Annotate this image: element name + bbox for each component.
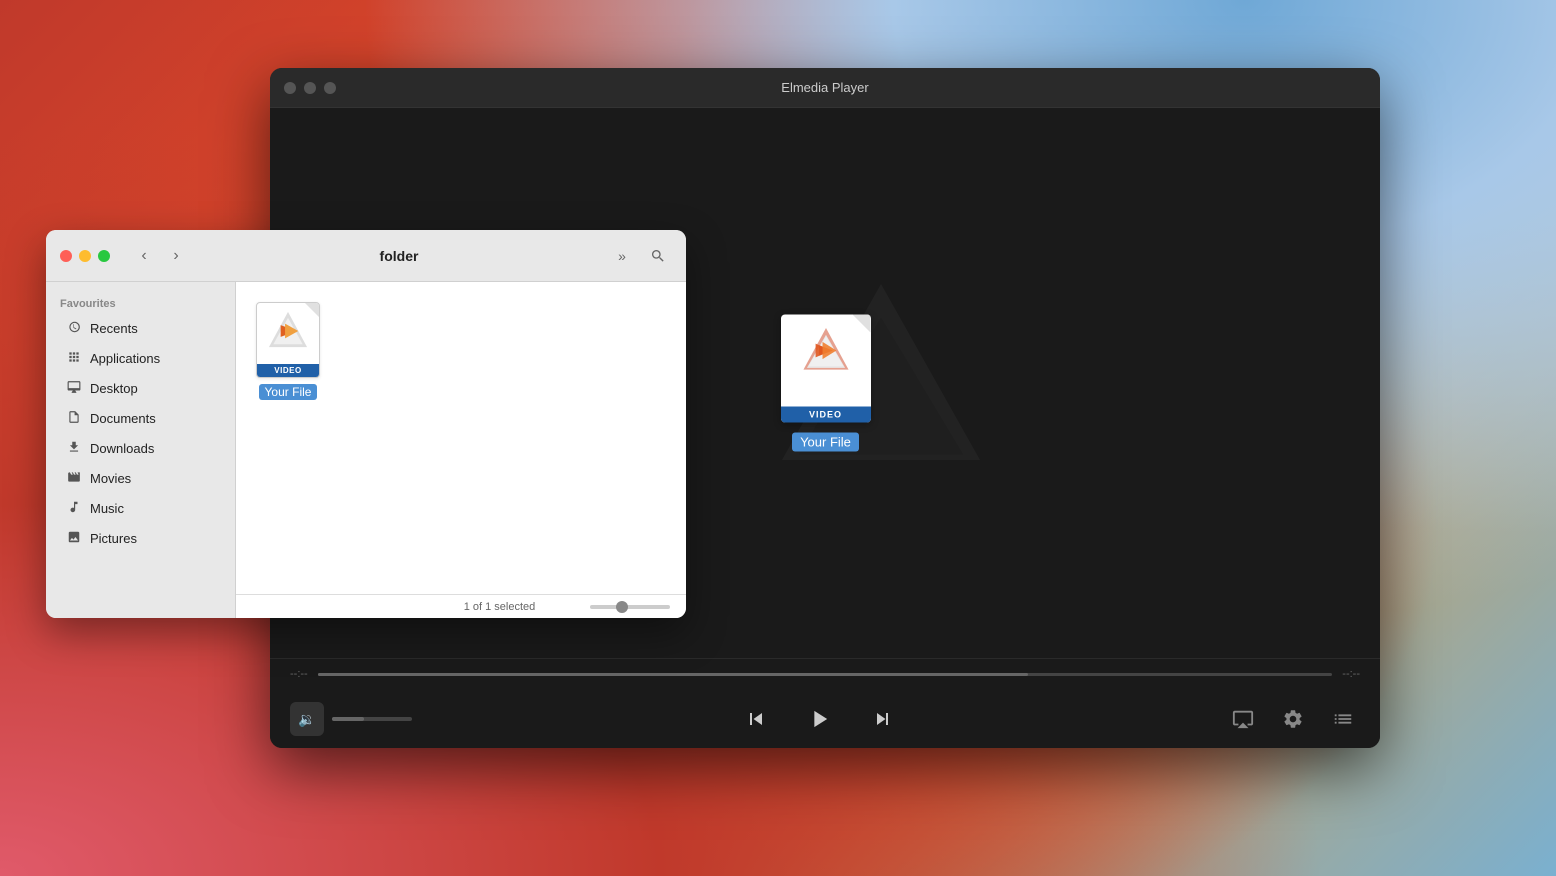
player-file-corner (853, 315, 871, 333)
applications-icon (66, 350, 82, 367)
finder-body: Favourites Recents Applications Desktop (46, 282, 686, 618)
desktop-icon (66, 380, 82, 397)
player-file-doc: VIDEO (781, 315, 871, 423)
finder-title: folder (202, 248, 596, 264)
finder-titlebar: ‹ › folder » (46, 230, 686, 282)
airplay-button[interactable] (1226, 702, 1260, 736)
sidebar-item-movies-label: Movies (90, 471, 131, 486)
finder-sidebar: Favourites Recents Applications Desktop (46, 282, 236, 618)
finder-traffic-lights (60, 250, 110, 262)
downloads-icon (66, 440, 82, 457)
finder-content: VIDEO Your File (236, 282, 686, 594)
player-controls: --:-- --:-- 🔉 (270, 658, 1380, 748)
finder-main: VIDEO Your File 1 of 1 selected (236, 282, 686, 618)
finder-toolbar-right: » (608, 242, 672, 270)
settings-button[interactable] (1276, 702, 1310, 736)
finder-forward-button[interactable]: › (162, 242, 190, 270)
finder-status-text: 1 of 1 selected (421, 601, 578, 613)
time-start-label: --:-- (290, 668, 308, 680)
file-type-label: VIDEO (257, 364, 319, 377)
sidebar-item-music[interactable]: Music (52, 494, 229, 523)
sidebar-item-music-label: Music (90, 501, 124, 516)
finder-search-button[interactable] (644, 242, 672, 270)
player-title: Elmedia Player (781, 80, 868, 95)
player-file-icon: VIDEO Your File (781, 315, 871, 452)
sidebar-item-downloads[interactable]: Downloads (52, 434, 229, 463)
recents-icon (66, 320, 82, 337)
zoom-knob (616, 601, 628, 613)
file-doc-icon: VIDEO (256, 302, 320, 378)
right-controls (1226, 702, 1360, 736)
sidebar-item-recents-label: Recents (90, 321, 138, 336)
finder-minimize-button[interactable] (79, 250, 91, 262)
zoom-slider[interactable] (590, 605, 670, 609)
sidebar-item-desktop-label: Desktop (90, 381, 138, 396)
sidebar-item-documents[interactable]: Documents (52, 404, 229, 433)
progress-bar-row: --:-- --:-- (290, 659, 1360, 689)
player-close-button[interactable] (284, 82, 296, 94)
finder-more-button[interactable]: » (608, 242, 636, 270)
sidebar-item-recents[interactable]: Recents (52, 314, 229, 343)
player-file-type-label: VIDEO (781, 407, 871, 423)
progress-track[interactable] (318, 673, 1333, 676)
player-file-name-label: Your File (792, 433, 859, 452)
progress-fill (318, 673, 1028, 676)
file-elmedia-logo-icon (266, 309, 310, 353)
finder-maximize-button[interactable] (98, 250, 110, 262)
sidebar-item-applications-label: Applications (90, 351, 160, 366)
sidebar-section-title: Favourites (46, 298, 235, 310)
player-file-logo-icon (800, 325, 852, 377)
skip-back-button[interactable] (736, 699, 776, 739)
finder-back-button[interactable]: ‹ (130, 242, 158, 270)
time-end-label: --:-- (1342, 668, 1360, 680)
finder-status-bar: 1 of 1 selected (236, 594, 686, 618)
play-button[interactable] (796, 696, 842, 742)
sidebar-item-downloads-label: Downloads (90, 441, 154, 456)
player-minimize-button[interactable] (304, 82, 316, 94)
volume-button[interactable]: 🔉 (290, 702, 324, 736)
file-item[interactable]: VIDEO Your File (256, 302, 320, 400)
documents-icon (66, 410, 82, 427)
volume-section: 🔉 (290, 702, 412, 736)
pictures-icon (66, 530, 82, 547)
file-name-label: Your File (259, 384, 318, 400)
finder-close-button[interactable] (60, 250, 72, 262)
finder-nav-buttons: ‹ › (130, 242, 190, 270)
sidebar-item-desktop[interactable]: Desktop (52, 374, 229, 403)
playlist-button[interactable] (1326, 702, 1360, 736)
main-playback-controls (736, 696, 902, 742)
sidebar-item-pictures[interactable]: Pictures (52, 524, 229, 553)
volume-slider[interactable] (332, 717, 412, 721)
sidebar-item-pictures-label: Pictures (90, 531, 137, 546)
volume-fill (332, 717, 364, 721)
movies-icon (66, 470, 82, 487)
finder-window: ‹ › folder » Favourites Recents (46, 230, 686, 618)
player-titlebar: Elmedia Player (270, 68, 1380, 108)
sidebar-item-applications[interactable]: Applications (52, 344, 229, 373)
sidebar-item-documents-label: Documents (90, 411, 156, 426)
volume-icon: 🔉 (298, 711, 315, 728)
player-traffic-lights (284, 82, 336, 94)
controls-row: 🔉 (290, 689, 1360, 748)
player-maximize-button[interactable] (324, 82, 336, 94)
skip-forward-button[interactable] (862, 699, 902, 739)
music-icon (66, 500, 82, 517)
sidebar-item-movies[interactable]: Movies (52, 464, 229, 493)
